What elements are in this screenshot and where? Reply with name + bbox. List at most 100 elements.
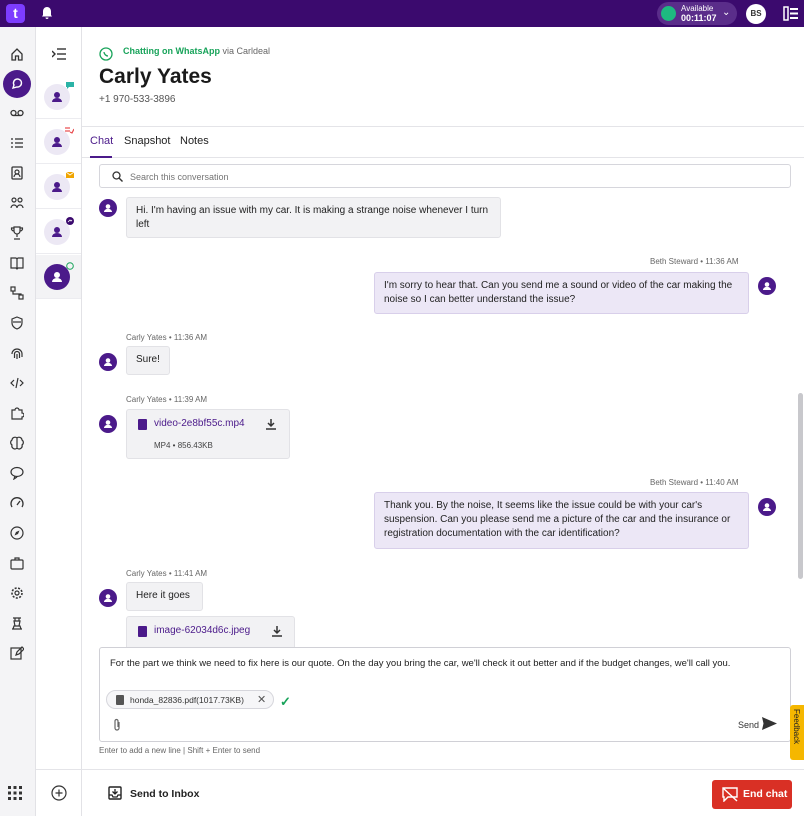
conversation-list	[36, 27, 82, 816]
message-meta: Beth Steward • 11:36 AM	[650, 257, 739, 266]
attachment-name: honda_82836.pdf(1017.73KB)	[130, 695, 244, 705]
fingerprint-icon[interactable]	[7, 343, 27, 363]
tab-chat[interactable]: Chat	[90, 135, 113, 147]
sms-badge-icon	[65, 127, 75, 135]
scrollbar[interactable]	[798, 393, 803, 579]
agent-message: Thank you. By the noise, It seems like t…	[374, 492, 749, 549]
gauge-icon[interactable]	[7, 493, 27, 513]
puzzle-icon[interactable]	[7, 403, 27, 423]
end-chat-icon	[722, 787, 738, 802]
customer-avatar	[99, 415, 117, 433]
agent-avatar	[758, 498, 776, 516]
conversation-item[interactable]	[36, 165, 81, 209]
send-to-inbox-button[interactable]: Send to Inbox	[130, 788, 199, 800]
gear-icon[interactable]	[7, 583, 27, 603]
app-logo[interactable]: t	[6, 4, 25, 23]
teams-icon[interactable]	[7, 193, 27, 213]
search-box	[99, 164, 791, 188]
messenger-badge-icon	[65, 217, 74, 225]
conversation-item-selected[interactable]	[36, 255, 81, 299]
video-attachment[interactable]: video-2e8bf55c.mp4 MP4 • 856.43KB	[126, 409, 290, 459]
home-icon[interactable]	[7, 44, 27, 64]
inbox-icon	[108, 786, 122, 800]
collapse-menu-icon[interactable]	[52, 48, 66, 60]
channel-label: Chatting on WhatsApp via Carldeal	[123, 46, 271, 56]
customer-message: Here it goes	[126, 582, 203, 611]
send-label[interactable]: Send	[738, 720, 759, 730]
customer-avatar	[99, 199, 117, 217]
send-icon[interactable]	[762, 717, 777, 730]
voicemail-icon[interactable]	[7, 103, 27, 123]
upload-complete-icon: ✓	[280, 694, 291, 709]
tab-bar: Chat Snapshot Notes	[82, 126, 804, 158]
image-file-icon	[138, 626, 147, 637]
active-tab-indicator	[90, 156, 112, 158]
customer-avatar	[99, 589, 117, 607]
attachment-filename[interactable]: image-62034d6c.jpeg	[154, 625, 250, 636]
diamond-status-icon	[661, 6, 676, 21]
chevron-down-icon: ⌄	[722, 7, 731, 18]
status-label: Available	[681, 4, 714, 13]
agent-message: I'm sorry to hear that. Can you send me …	[374, 272, 749, 314]
conversation-item[interactable]	[36, 210, 81, 254]
message-meta: Carly Yates • 11:36 AM	[126, 333, 208, 342]
conversation-item[interactable]	[36, 75, 81, 119]
customer-message: Hi. I'm having an issue with my car. It …	[126, 197, 501, 238]
chess-icon[interactable]	[7, 613, 27, 633]
feedback-label: Feedback	[792, 709, 801, 745]
download-icon[interactable]	[266, 419, 276, 430]
attachment-filename[interactable]: video-2e8bf55c.mp4	[154, 418, 245, 429]
image-attachment[interactable]: image-62034d6c.jpeg	[126, 616, 295, 647]
customer-avatar	[99, 353, 117, 371]
nav-rail	[0, 27, 36, 816]
contact-phone: +1 970-533-3896	[99, 94, 176, 105]
trophy-icon[interactable]	[7, 223, 27, 243]
composer-text[interactable]: For the part we think we need to fix her…	[110, 657, 780, 670]
end-chat-label: End chat	[743, 788, 788, 800]
briefcase-icon[interactable]	[7, 553, 27, 573]
top-bar: t Available 00:11:07 ⌄ BS	[0, 0, 804, 27]
chat-badge-icon	[65, 82, 74, 90]
chat-footer: Send to Inbox End chat	[36, 769, 804, 816]
code-icon[interactable]	[7, 373, 27, 393]
chat-pane: Chatting on WhatsApp via Carldeal Carly …	[82, 27, 804, 816]
file-icon	[138, 419, 147, 430]
list-icon[interactable]	[7, 133, 27, 153]
contact-name: Carly Yates	[99, 65, 212, 88]
message-meta: Beth Steward • 11:40 AM	[650, 478, 739, 487]
book-icon[interactable]	[7, 253, 27, 273]
agent-avatar	[758, 277, 776, 295]
search-icon	[112, 171, 123, 182]
message-list[interactable]: Hi. I'm having an issue with my car. It …	[82, 197, 804, 647]
availability-toggle[interactable]: Available 00:11:07 ⌄	[657, 2, 737, 25]
message-meta: Carly Yates • 11:39 AM	[126, 395, 208, 404]
apps-grid-icon[interactable]	[8, 786, 22, 800]
customer-message: Sure!	[126, 346, 170, 375]
message-composer[interactable]: For the part we think we need to fix her…	[99, 647, 791, 742]
attachment-chip[interactable]: honda_82836.pdf(1017.73KB) ✕	[106, 690, 274, 709]
user-avatar[interactable]: BS	[746, 4, 766, 24]
conversation-item[interactable]	[36, 120, 81, 164]
speech-icon[interactable]	[7, 463, 27, 483]
chat-icon[interactable]	[3, 70, 31, 98]
flow-icon[interactable]	[7, 283, 27, 303]
tab-snapshot[interactable]: Snapshot	[124, 135, 170, 147]
remove-attachment-icon[interactable]: ✕	[257, 693, 266, 706]
composer-hint: Enter to add a new line | Shift + Enter …	[99, 746, 261, 755]
contacts-icon[interactable]	[7, 163, 27, 183]
via-label: via Carldeal	[222, 46, 271, 56]
feedback-tab[interactable]: Feedback	[790, 705, 804, 760]
tab-notes[interactable]: Notes	[180, 135, 209, 147]
pdf-file-icon	[116, 695, 124, 705]
brain-icon[interactable]	[7, 433, 27, 453]
bell-icon[interactable]	[40, 6, 54, 20]
edit-icon[interactable]	[7, 643, 27, 663]
side-panel-icon[interactable]	[783, 5, 799, 22]
paperclip-icon[interactable]	[112, 718, 122, 732]
search-input[interactable]	[130, 168, 730, 185]
download-icon[interactable]	[272, 626, 282, 637]
attachment-size: MP4 • 856.43KB	[154, 441, 213, 450]
shield-icon[interactable]	[7, 313, 27, 333]
compass-icon[interactable]	[7, 523, 27, 543]
end-chat-button[interactable]: End chat	[712, 780, 792, 809]
